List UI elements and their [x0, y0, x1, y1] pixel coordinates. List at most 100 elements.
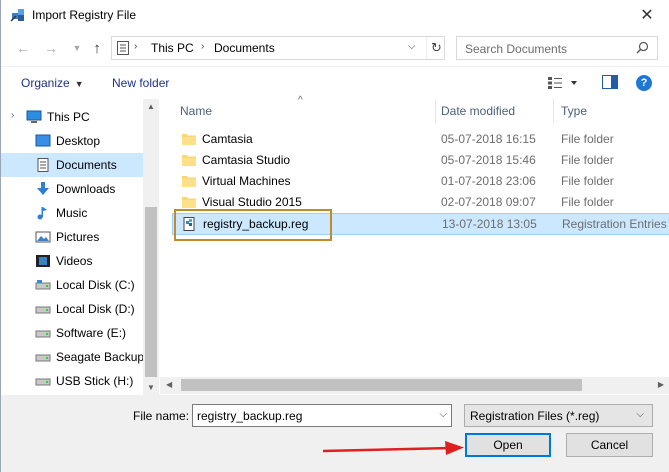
sidebar-item-seagate-backup[interactable]: Seagate Backup — [1, 345, 145, 369]
search-placeholder: Search Documents — [465, 42, 568, 56]
sidebar-item-downloads[interactable]: Downloads — [1, 177, 143, 201]
documents-icon — [37, 158, 49, 172]
sidebar-item-label: Videos — [56, 254, 93, 268]
address-dropdown-icon[interactable]: ⌵ — [408, 41, 416, 52]
up-button[interactable]: ↑ — [87, 38, 107, 58]
file-row-visual-studio-2015[interactable]: Visual Studio 2015 02-07-2018 09:07 File… — [172, 192, 669, 213]
documents-icon — [117, 41, 129, 55]
pictures-icon — [35, 231, 51, 243]
file-date: 02-07-2018 09:07 — [441, 195, 536, 209]
chevron-right-icon: › — [134, 41, 138, 52]
cancel-button[interactable]: Cancel — [566, 433, 653, 457]
organize-button[interactable]: Organize ▼ — [21, 76, 84, 90]
refresh-button[interactable]: ↻ — [426, 37, 446, 59]
sidebar-item-label: Music — [56, 206, 88, 220]
sidebar-item-software-e[interactable]: Software (E:) — [1, 321, 143, 345]
arrow-right-icon: → — [44, 40, 58, 56]
sidebar-item-label: Downloads — [56, 182, 116, 196]
sidebar-item-pictures[interactable]: Pictures — [1, 225, 143, 249]
sidebar-item-music[interactable]: Music — [1, 201, 143, 225]
horizontal-scrollbar[interactable]: ◀ ▶ — [160, 377, 669, 394]
file-name: Camtasia — [202, 132, 253, 146]
scroll-left-icon[interactable]: ◀ — [166, 380, 172, 389]
open-button[interactable]: Open — [465, 433, 551, 457]
window-title: Import Registry File — [32, 8, 137, 22]
column-header-type[interactable]: Type — [561, 104, 587, 118]
file-row-camtasia[interactable]: Camtasia 05-07-2018 16:15 File folder — [172, 129, 669, 150]
sidebar-item-label: Pictures — [56, 230, 100, 244]
sidebar-item-label: Desktop — [56, 134, 101, 148]
change-view-icon[interactable] — [547, 76, 581, 90]
scrollbar-thumb[interactable] — [181, 379, 582, 391]
drive-icon — [35, 354, 51, 362]
cancel-button-label: Cancel — [590, 438, 629, 452]
new-folder-button[interactable]: New folder — [112, 76, 169, 90]
file-name: Camtasia Studio — [202, 153, 291, 167]
file-type: File folder — [561, 153, 614, 167]
scrollbar-thumb[interactable] — [145, 207, 157, 377]
file-type: File folder — [561, 174, 614, 188]
expander-icon[interactable]: › — [11, 110, 14, 121]
file-row-virtual-machines[interactable]: Virtual Machines 01-07-2018 23:06 File f… — [172, 171, 669, 192]
sidebar-item-label: Documents — [56, 158, 117, 172]
column-divider[interactable] — [553, 99, 554, 123]
sidebar-item-usb-stick-h[interactable]: USB Stick (H:) — [1, 369, 143, 393]
drive-icon — [35, 280, 51, 290]
close-button[interactable]: ✕ — [634, 3, 660, 27]
back-button[interactable]: ← — [13, 38, 33, 58]
videos-icon — [36, 255, 50, 267]
scroll-up-icon[interactable]: ▲ — [147, 102, 155, 111]
command-bar: Organize ▼ New folder ? — [1, 66, 669, 98]
refresh-icon: ↻ — [431, 40, 442, 55]
column-divider[interactable] — [435, 99, 436, 123]
forward-button[interactable]: → — [41, 38, 61, 58]
chevron-down-icon: ▼ — [74, 79, 84, 89]
sidebar-item-this-pc[interactable]: › This PC — [1, 105, 143, 129]
file-row-camtasia-studio[interactable]: Camtasia Studio 05-07-2018 15:46 File fo… — [172, 150, 669, 171]
sidebar-item-label: Seagate Backup — [56, 350, 145, 364]
sidebar-item-label: USB Stick (H:) — [56, 374, 134, 388]
reg-file-icon — [183, 217, 195, 231]
sidebar-item-local-disk-c[interactable]: Local Disk (C:) — [1, 273, 143, 297]
breadcrumb-documents[interactable]: Documents — [214, 41, 275, 55]
file-list: ^ Name Date modified Type Camtasia 05-07… — [160, 95, 669, 395]
breadcrumb-this-pc[interactable]: This PC — [151, 41, 194, 55]
scroll-right-icon[interactable]: ▶ — [658, 380, 664, 389]
file-name: Virtual Machines — [202, 174, 291, 188]
address-bar[interactable]: › This PC › Documents ⌵ ↻ — [111, 36, 445, 60]
title-bar: Import Registry File ✕ — [1, 0, 669, 31]
file-row-registry-backup[interactable]: registry_backup.reg 13-07-2018 13:05 Reg… — [172, 213, 669, 235]
folder-icon — [182, 176, 196, 187]
regedit-icon — [10, 9, 24, 22]
scroll-down-icon[interactable]: ▼ — [147, 383, 155, 392]
file-name: Visual Studio 2015 — [202, 195, 302, 209]
navigation-scrollbar[interactable]: ▲ ▼ — [143, 99, 159, 395]
chevron-down-icon: ▼ — [72, 43, 82, 53]
file-date: 13-07-2018 13:05 — [442, 217, 537, 231]
file-date: 05-07-2018 16:15 — [441, 132, 536, 146]
search-input[interactable]: Search Documents — [456, 36, 658, 60]
help-button[interactable]: ? — [636, 75, 652, 91]
preview-pane-icon[interactable] — [602, 75, 618, 89]
column-header-date-modified[interactable]: Date modified — [441, 104, 515, 118]
file-name-input[interactable]: registry_backup.reg ⌵ — [192, 404, 452, 427]
recent-locations-button[interactable]: ▼ — [67, 38, 87, 58]
chevron-down-icon[interactable]: ⌵ — [439, 409, 447, 420]
drive-icon — [35, 330, 51, 338]
organize-label: Organize — [21, 76, 70, 90]
column-header-name[interactable]: Name — [180, 104, 212, 118]
file-date: 05-07-2018 15:46 — [441, 153, 536, 167]
sidebar-item-videos[interactable]: Videos — [1, 249, 143, 273]
sidebar-item-desktop[interactable]: Desktop — [1, 129, 143, 153]
navigation-bar: ← → ▼ ↑ › This PC › Documents ⌵ ↻ Search… — [1, 31, 669, 65]
sidebar-item-documents[interactable]: Documents — [1, 153, 143, 177]
drive-icon — [35, 378, 51, 386]
chevron-right-icon: › — [201, 41, 205, 52]
file-type-filter-select[interactable]: Registration Files (*.reg) ⌵ — [464, 404, 653, 427]
sidebar-item-label: Local Disk (C:) — [56, 278, 135, 292]
sidebar-item-local-disk-d[interactable]: Local Disk (D:) — [1, 297, 143, 321]
file-type: Registration Entries — [562, 217, 667, 231]
folder-icon — [182, 155, 196, 166]
sidebar-item-label: This PC — [47, 110, 90, 124]
navigation-pane: › This PC Desktop Documents Downloads Mu… — [1, 99, 159, 395]
